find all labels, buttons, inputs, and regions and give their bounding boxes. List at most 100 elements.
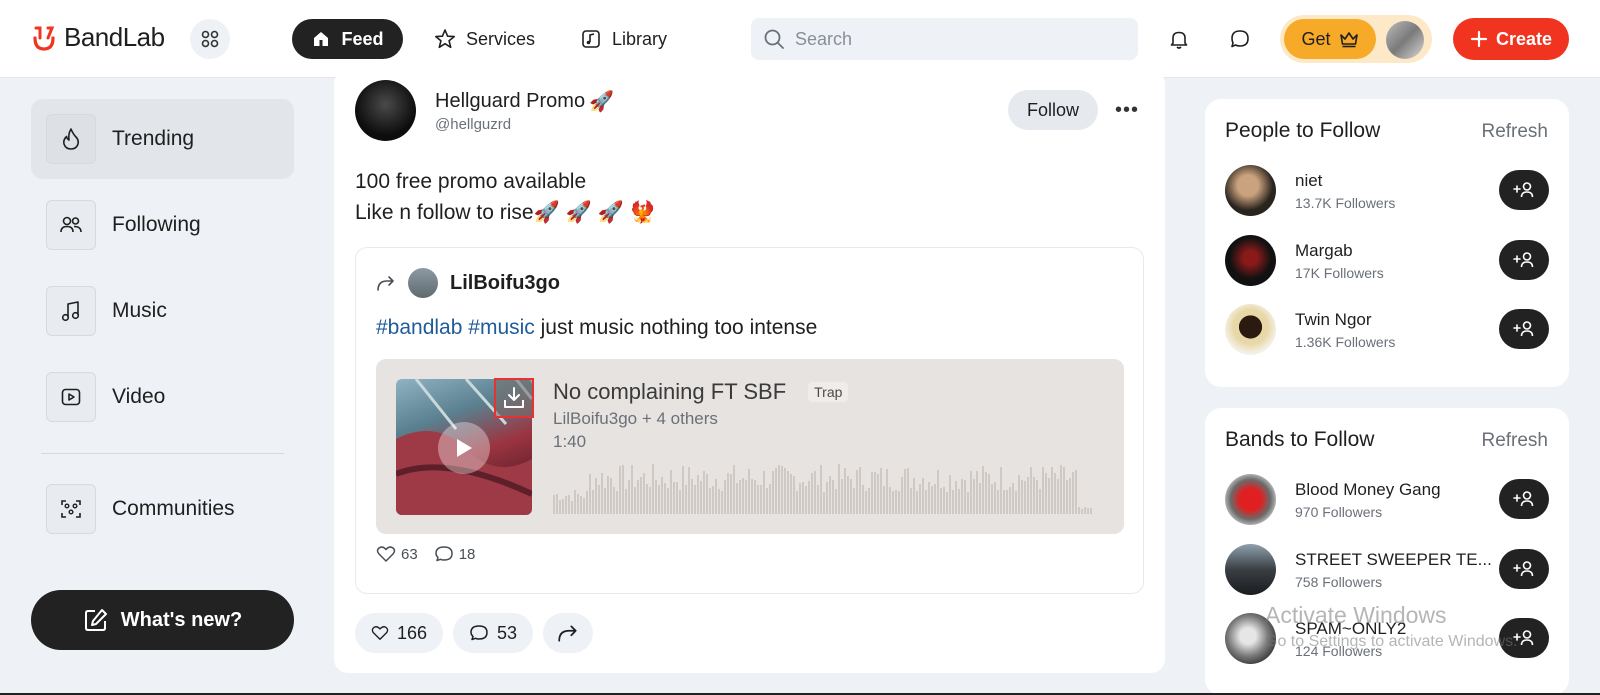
search-bar[interactable] — [751, 18, 1138, 60]
sidebar-divider — [41, 453, 284, 454]
waveform-bar — [937, 470, 939, 514]
suggested-band[interactable]: SPAM~ONLY2 124 Followers — [1225, 613, 1549, 665]
hashtag-link[interactable]: #music — [468, 316, 535, 339]
band-name[interactable]: STREET SWEEPER TE... — [1295, 550, 1492, 570]
like-button[interactable]: 166 — [355, 613, 443, 653]
waveform-bar — [1060, 465, 1062, 514]
post-text-line: Like n follow to rise🚀 🚀 🚀 🐦‍🔥 — [355, 201, 656, 224]
track-artists[interactable]: LilBoifu3go + 4 others — [553, 409, 718, 429]
waveform[interactable] — [553, 459, 1103, 514]
waveform-bar — [574, 490, 576, 514]
follow-user-button[interactable] — [1499, 309, 1549, 349]
person-avatar[interactable] — [1225, 165, 1276, 216]
whats-new-label: What's new? — [120, 608, 243, 631]
notifications-button[interactable] — [1160, 20, 1198, 58]
follow-user-button[interactable] — [1499, 240, 1549, 280]
download-icon — [504, 387, 524, 408]
suggested-band[interactable]: STREET SWEEPER TE... 758 Followers — [1225, 544, 1549, 596]
track-title[interactable]: No complaining FT SBF Trap — [553, 379, 849, 405]
person-name[interactable]: niet — [1295, 171, 1322, 191]
waveform-bar — [913, 478, 915, 514]
more-options-icon[interactable]: ••• — [1112, 95, 1142, 125]
sidebar-item-video[interactable]: Video — [31, 357, 294, 437]
suggested-person[interactable]: Twin Ngor 1.36K Followers — [1225, 304, 1549, 356]
repost-comment-button[interactable]: 18 — [434, 545, 475, 563]
waveform-bar — [697, 475, 699, 514]
user-avatar[interactable] — [1386, 21, 1424, 59]
band-name[interactable]: Blood Money Gang — [1295, 480, 1441, 500]
person-name[interactable]: Margab — [1295, 241, 1353, 261]
nav-library-tab[interactable]: Library — [580, 19, 667, 59]
bandlab-logo[interactable]: BandLab — [30, 22, 165, 53]
hashtag-link[interactable]: #bandlab — [376, 316, 462, 339]
sidebar-item-following[interactable]: Following — [31, 185, 294, 265]
play-button[interactable] — [438, 422, 490, 474]
sidebar-item-trending[interactable]: Trending — [31, 99, 294, 179]
suggested-person[interactable]: Margab 17K Followers — [1225, 235, 1549, 287]
waveform-bar — [670, 470, 672, 514]
search-input[interactable] — [795, 28, 1115, 50]
genre-tag[interactable]: Trap — [808, 382, 849, 402]
waveform-bar — [919, 484, 921, 514]
sidebar-item-music[interactable]: Music — [31, 271, 294, 351]
person-name[interactable]: Twin Ngor — [1295, 310, 1372, 330]
create-button[interactable]: Create — [1453, 18, 1569, 60]
band-avatar[interactable] — [1225, 544, 1276, 595]
person-followers: 13.7K Followers — [1295, 195, 1396, 211]
person-avatar[interactable] — [1225, 235, 1276, 286]
waveform-bar — [859, 467, 861, 514]
waveform-bar — [1084, 507, 1086, 514]
waveform-bar — [1024, 481, 1026, 514]
band-avatar[interactable] — [1225, 613, 1276, 664]
waveform-bar — [586, 491, 588, 514]
whats-new-button[interactable]: What's new? — [31, 590, 294, 650]
follow-band-button[interactable] — [1499, 618, 1549, 658]
waveform-bar — [931, 486, 933, 514]
post-author-name[interactable]: Hellguard Promo 🚀 — [435, 89, 614, 114]
waveform-bar — [628, 480, 630, 514]
waveform-bar — [607, 476, 609, 514]
nav-feed-tab[interactable]: Feed — [292, 19, 403, 59]
waveform-bar — [703, 471, 705, 514]
create-label: Create — [1495, 28, 1553, 49]
band-avatar[interactable] — [1225, 474, 1276, 525]
band-name[interactable]: SPAM~ONLY2 — [1295, 619, 1406, 639]
waveform-bar — [1042, 467, 1044, 514]
waveform-bar — [667, 488, 669, 514]
apps-button[interactable] — [190, 19, 230, 59]
waveform-bar — [850, 479, 852, 514]
get-membership-button[interactable]: Get — [1284, 19, 1376, 59]
waveform-bar — [637, 480, 639, 514]
suggested-band[interactable]: Blood Money Gang 970 Followers — [1225, 474, 1549, 526]
repost-author-name[interactable]: LilBoifu3go — [450, 272, 560, 295]
follow-user-button[interactable] — [1499, 170, 1549, 210]
repost-like-button[interactable]: 63 — [376, 545, 418, 563]
download-button[interactable] — [494, 378, 534, 418]
follow-band-button[interactable] — [1499, 549, 1549, 589]
waveform-bar — [907, 468, 909, 514]
add-user-icon — [1513, 630, 1534, 646]
waveform-bar — [664, 483, 666, 514]
messages-button[interactable] — [1221, 20, 1259, 58]
person-avatar[interactable] — [1225, 304, 1276, 355]
waveform-bar — [1063, 467, 1065, 514]
refresh-button[interactable]: Refresh — [1481, 430, 1548, 452]
waveform-bar — [958, 489, 960, 514]
waveform-bar — [955, 481, 957, 514]
comment-button[interactable]: 53 — [453, 613, 533, 653]
repost-author-avatar[interactable] — [408, 268, 438, 298]
post-author-avatar[interactable] — [355, 80, 416, 141]
nav-services-tab[interactable]: Services — [434, 19, 535, 59]
repost-text: #bandlab #music just music nothing too i… — [376, 316, 817, 340]
follow-band-button[interactable] — [1499, 479, 1549, 519]
share-button[interactable] — [543, 613, 593, 653]
waveform-bar — [700, 481, 702, 514]
panel-title: People to Follow — [1225, 119, 1381, 142]
waveform-bar — [811, 473, 813, 514]
suggested-person[interactable]: niet 13.7K Followers — [1225, 165, 1549, 217]
sidebar-item-communities[interactable]: Communities — [31, 469, 294, 549]
refresh-button[interactable]: Refresh — [1481, 121, 1548, 143]
track-player[interactable]: No complaining FT SBF Trap LilBoifu3go +… — [376, 359, 1124, 534]
reposted-post[interactable]: LilBoifu3go #bandlab #music just music n… — [355, 247, 1144, 594]
follow-button[interactable]: Follow — [1008, 90, 1098, 130]
